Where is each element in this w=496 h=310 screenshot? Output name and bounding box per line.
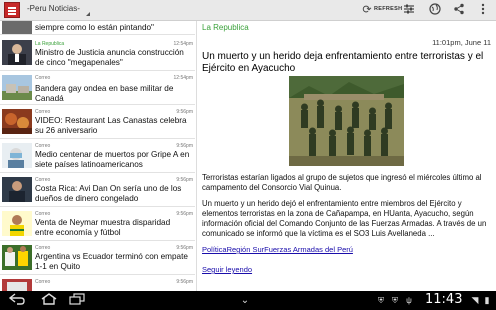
- list-item[interactable]: Correo 9:56pm Medio centenar de muertos …: [0, 139, 195, 173]
- list-item-title: Venta de Neymar muestra disparidad entre…: [35, 218, 171, 237]
- news-thumbnail: [2, 211, 32, 236]
- list-item-title: Argentina vs Ecuador terminó con empate …: [35, 252, 188, 271]
- list-item-time: 12:54pm: [173, 75, 193, 81]
- news-thumbnail: [2, 177, 32, 202]
- dropdown-caret-icon[interactable]: [86, 12, 90, 16]
- list-item-source: Correo: [35, 109, 51, 115]
- news-thumbnail: [2, 109, 32, 134]
- list-item-title: Medio centenar de muertos por Gripe A en…: [35, 150, 190, 169]
- article-pane: La Republica 11:01pm, June 11 Un muerto …: [201, 21, 493, 291]
- list-item[interactable]: siempre como lo están pintando": [0, 21, 195, 35]
- list-item[interactable]: Correo 9:56pm Costa Rica: Avi Dan On ser…: [0, 173, 195, 207]
- list-item-title: Bandera gay ondea en base militar de Can…: [35, 84, 174, 103]
- recent-apps-icon[interactable]: [68, 293, 86, 308]
- list-item-time: 9:56pm: [176, 177, 193, 183]
- article-time: 11:01pm, June 11: [432, 38, 491, 47]
- list-item-title: Ministro de Justicia anuncia construcció…: [35, 48, 184, 67]
- article-image: [289, 76, 404, 166]
- list-item-source: Correo: [35, 211, 51, 217]
- news-thumbnail: [2, 40, 32, 65]
- list-item-source: La Republica: [35, 41, 65, 47]
- article-paragraph: Terroristas estarían ligados al grupo de…: [202, 173, 482, 192]
- list-item-time: 12:54pm: [173, 41, 193, 47]
- refresh-icon[interactable]: ⟳: [360, 3, 374, 17]
- news-thumbnail: [2, 21, 32, 34]
- globe-icon[interactable]: [428, 3, 442, 17]
- list-item[interactable]: Correo 9:56pm VIDEO: Restaurant Las Cana…: [0, 105, 195, 139]
- news-thumbnail: [2, 143, 32, 168]
- list-item-source: Correo: [35, 143, 51, 149]
- notification-icon[interactable]: ⛨: [390, 293, 400, 308]
- news-thumbnail: [2, 245, 32, 270]
- list-item-source: Correo: [35, 279, 51, 285]
- list-item-title: siempre como lo están pintando": [35, 23, 154, 32]
- back-icon[interactable]: [8, 293, 26, 308]
- refresh-button[interactable]: REFRESH: [374, 6, 402, 12]
- system-bar: ⌄ ⛨ ⛨ ψ 11:43 ◥ ▮: [0, 291, 496, 310]
- article-source: La Republica: [202, 23, 249, 32]
- list-item-time: 9:56pm: [176, 109, 193, 115]
- news-list: siempre como lo están pintando" La Repub…: [0, 21, 195, 291]
- list-item-source: Correo: [35, 245, 51, 251]
- news-thumbnail: [2, 279, 32, 291]
- notification-icon[interactable]: ⛨: [376, 293, 386, 308]
- list-item-title: Costa Rica: Avi Dan On sería uno de los …: [35, 184, 182, 203]
- list-item[interactable]: Correo 9:56pm Venta de Neymar muestra di…: [0, 207, 195, 241]
- keyboard-hide-icon[interactable]: ⌄: [232, 293, 258, 308]
- list-item[interactable]: Correo 9:56pm Argentina vs Ecuador termi…: [0, 241, 195, 275]
- article-title: Un muerto y un herido deja enfrentamient…: [202, 51, 484, 74]
- list-item[interactable]: Correo 12:54pm Bandera gay ondea en base…: [0, 71, 195, 105]
- battery-icon: ▮: [484, 295, 490, 305]
- app-logo-icon[interactable]: [4, 2, 20, 18]
- list-item-source: Correo: [35, 177, 51, 183]
- app-title[interactable]: -Peru Noticias-: [27, 4, 80, 13]
- action-bar: -Peru Noticias- ⟳ REFRESH: [0, 0, 496, 21]
- list-item[interactable]: Correo 9:56pm: [0, 275, 195, 291]
- list-item-time: 9:56pm: [176, 211, 193, 217]
- status-clock[interactable]: 11:43: [425, 292, 462, 307]
- filter-icon[interactable]: [402, 3, 416, 17]
- home-icon[interactable]: [40, 293, 58, 308]
- share-icon[interactable]: [452, 3, 466, 17]
- wifi-icon: ◥: [471, 295, 479, 305]
- usb-icon[interactable]: ψ: [404, 293, 414, 308]
- news-thumbnail: [2, 75, 32, 100]
- list-item-time: 9:56pm: [176, 245, 193, 251]
- list-item[interactable]: La Republica 12:54pm Ministro de Justici…: [0, 35, 195, 71]
- overflow-menu-icon[interactable]: [476, 3, 490, 17]
- read-more-link[interactable]: Seguir leyendo: [202, 265, 252, 274]
- article-paragraph: Un muerto y un herido dejó el enfrentami…: [202, 199, 487, 238]
- list-item-time: 9:56pm: [176, 143, 193, 149]
- article-tags-link[interactable]: PolíticaRegión SurFuerzas Armadas del Pe…: [202, 245, 353, 254]
- list-item-title: VIDEO: Restaurant Las Canastas celebra s…: [35, 116, 187, 135]
- list-item-source: Correo: [35, 75, 51, 81]
- list-item-time: 9:56pm: [176, 279, 193, 285]
- pane-divider: [196, 21, 197, 291]
